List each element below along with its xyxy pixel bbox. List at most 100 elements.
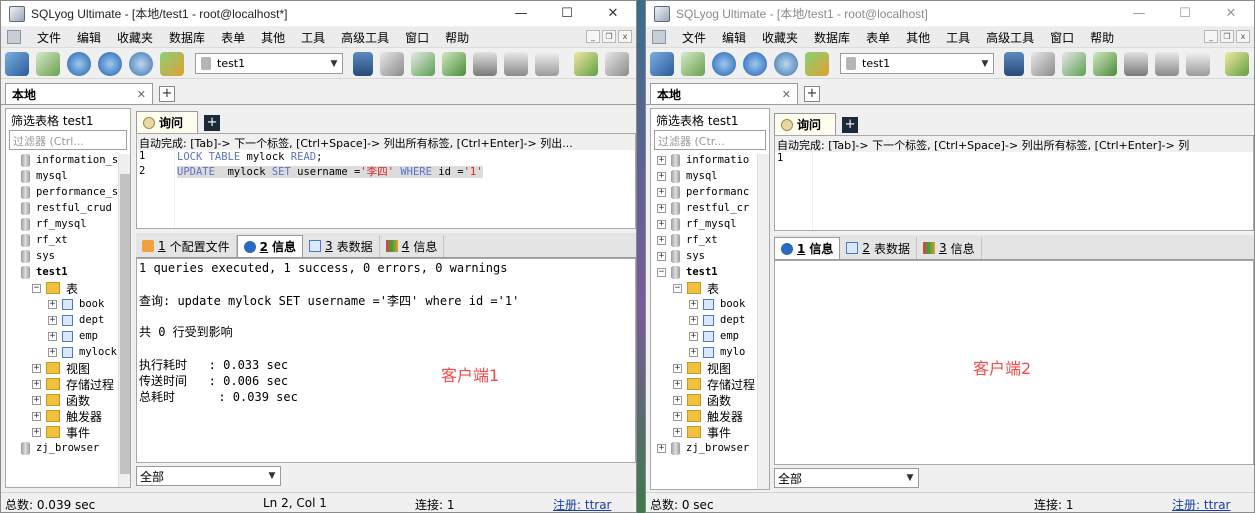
sql-editor[interactable]: 自动完成: [Tab]-> 下一个标签, [Ctrl+Space]-> 列出所有… xyxy=(774,135,1254,231)
query-tab[interactable]: 询问 xyxy=(136,111,199,133)
expand-icon[interactable]: + xyxy=(673,363,682,373)
tree-scrollbar[interactable] xyxy=(757,154,769,489)
tree-node[interactable]: + mylock xyxy=(6,344,130,360)
tree-node[interactable]: + emp xyxy=(657,328,769,344)
tree-node[interactable]: − 表 xyxy=(6,280,130,296)
tree-node[interactable]: + zj_browser xyxy=(657,440,769,456)
mdi-close-button[interactable]: x xyxy=(618,30,632,43)
title-bar[interactable]: SQLyog Ultimate - [本地/test1 - root@local… xyxy=(1,1,636,26)
expand-icon[interactable]: + xyxy=(657,251,666,261)
table-filter-input[interactable]: 过滤器 (Ctrl... xyxy=(9,130,127,150)
collapse-icon[interactable]: − xyxy=(657,267,666,277)
refresh-icon[interactable] xyxy=(774,51,798,76)
maximize-button[interactable]: ☐ xyxy=(1162,1,1208,26)
tree-node[interactable]: rf_mysql xyxy=(6,216,130,232)
menu-database[interactable]: 数据库 xyxy=(806,29,858,46)
expand-icon[interactable]: + xyxy=(657,219,666,229)
mdi-minimize-button[interactable]: _ xyxy=(1204,30,1218,43)
mdi-restore-button[interactable]: ❐ xyxy=(1220,30,1234,43)
expand-icon[interactable]: + xyxy=(657,203,666,213)
tree-node[interactable]: restful_crud xyxy=(6,200,130,216)
new-connection-tab-button[interactable]: + xyxy=(804,86,820,102)
new-query-tab-button[interactable]: + xyxy=(204,115,221,131)
expand-icon[interactable]: + xyxy=(689,347,698,357)
import-icon[interactable] xyxy=(1062,51,1086,76)
mdi-minimize-button[interactable]: _ xyxy=(586,30,600,43)
menu-favorites[interactable]: 收藏夹 xyxy=(754,29,806,46)
tree-node[interactable]: + rf_xt xyxy=(657,232,769,248)
menu-window[interactable]: 窗口 xyxy=(1042,29,1082,46)
expand-icon[interactable]: + xyxy=(657,443,666,453)
user-manager-icon[interactable] xyxy=(353,51,373,76)
menu-tools[interactable]: 工具 xyxy=(293,29,333,46)
menu-database[interactable]: 数据库 xyxy=(161,29,213,46)
tree-node[interactable]: + 事件 xyxy=(657,424,769,440)
tree-node[interactable]: + 存储过程 xyxy=(6,376,130,392)
tree-node[interactable]: + mylo xyxy=(657,344,769,360)
designer-icon[interactable] xyxy=(535,51,559,76)
expand-icon[interactable]: + xyxy=(689,315,698,325)
close-icon[interactable]: ✕ xyxy=(782,88,791,101)
tree-node[interactable]: + 函数 xyxy=(657,392,769,408)
close-button[interactable]: ✕ xyxy=(1208,1,1254,26)
tree-node[interactable]: + dept xyxy=(6,312,130,328)
menu-file[interactable]: 文件 xyxy=(29,29,69,46)
expand-icon[interactable]: + xyxy=(673,411,682,421)
menu-advanced-tools[interactable]: 高级工具 xyxy=(978,29,1042,46)
menu-table[interactable]: 表单 xyxy=(858,29,898,46)
minimize-button[interactable]: — xyxy=(1116,1,1162,26)
close-button[interactable]: ✕ xyxy=(590,1,636,26)
tree-node[interactable]: + 触发器 xyxy=(6,408,130,424)
document-icon[interactable] xyxy=(652,30,666,44)
menu-advanced-tools[interactable]: 高级工具 xyxy=(333,29,397,46)
tree-node[interactable]: + informatio xyxy=(657,152,769,168)
new-connection-tab-button[interactable]: + xyxy=(159,86,175,102)
tree-node[interactable]: sys xyxy=(6,248,130,264)
expand-icon[interactable]: + xyxy=(48,315,57,325)
menu-window[interactable]: 窗口 xyxy=(397,29,437,46)
designer-icon[interactable] xyxy=(1186,51,1210,76)
tree-node[interactable]: + mysql xyxy=(657,168,769,184)
tree-node[interactable]: test1 xyxy=(6,264,130,280)
tree-node[interactable]: information_s xyxy=(6,152,130,168)
expand-icon[interactable]: + xyxy=(48,347,57,357)
expand-icon[interactable]: + xyxy=(673,395,682,405)
new-connection-icon[interactable] xyxy=(650,51,674,76)
data-sync-icon[interactable] xyxy=(1155,51,1179,76)
collapse-icon[interactable]: − xyxy=(673,283,682,293)
mdi-close-button[interactable]: x xyxy=(1236,30,1250,43)
expand-icon[interactable]: + xyxy=(32,363,41,373)
result-filter-select[interactable]: 全部 ▼ xyxy=(774,468,919,488)
tree-node[interactable]: + 事件 xyxy=(6,424,130,440)
table-filter-input[interactable]: 过滤器 (Ctr... xyxy=(654,130,766,150)
expand-icon[interactable]: + xyxy=(689,299,698,309)
expand-icon[interactable]: + xyxy=(657,187,666,197)
menu-file[interactable]: 文件 xyxy=(674,29,714,46)
menu-help[interactable]: 帮助 xyxy=(1082,29,1122,46)
collapse-icon[interactable]: − xyxy=(32,283,41,293)
tree-node[interactable]: performance_s xyxy=(6,184,130,200)
tab-table-data[interactable]: 3 表数据 xyxy=(303,235,380,257)
import-icon[interactable] xyxy=(411,51,435,76)
tree-node[interactable]: + book xyxy=(657,296,769,312)
expand-icon[interactable]: + xyxy=(673,379,682,389)
tree-node[interactable]: zj_browser xyxy=(6,440,130,456)
register-link[interactable]: 注册: ttrar xyxy=(1172,496,1231,512)
database-selector[interactable]: test1 ▼ xyxy=(840,53,994,74)
tree-node[interactable]: + 触发器 xyxy=(657,408,769,424)
tab-info[interactable]: 3 信息 xyxy=(917,237,982,259)
tab-messages[interactable]: 1 信息 xyxy=(774,237,841,259)
execute-query-icon[interactable] xyxy=(712,51,736,76)
menu-help[interactable]: 帮助 xyxy=(437,29,477,46)
expand-icon[interactable]: + xyxy=(48,299,57,309)
execute-all-icon[interactable] xyxy=(743,51,767,76)
expand-icon[interactable]: + xyxy=(657,155,666,165)
schema-sync-icon[interactable] xyxy=(473,51,497,76)
menu-other[interactable]: 其他 xyxy=(898,29,938,46)
tree-node[interactable]: + book xyxy=(6,296,130,312)
maximize-button[interactable]: ☐ xyxy=(544,1,590,26)
menu-edit[interactable]: 编辑 xyxy=(714,29,754,46)
expand-icon[interactable]: + xyxy=(32,395,41,405)
tree-node[interactable]: + sys xyxy=(657,248,769,264)
tab-table-data[interactable]: 2 表数据 xyxy=(840,237,918,259)
